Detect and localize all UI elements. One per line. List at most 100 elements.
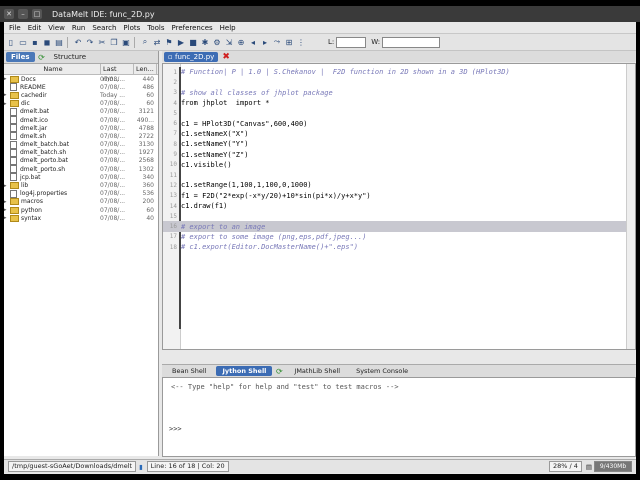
tab-files[interactable]: Files bbox=[6, 52, 35, 62]
menu-tools[interactable]: Tools bbox=[147, 24, 164, 32]
file-row[interactable]: dmelt_batch.sh 07/08/... 1927 bbox=[4, 148, 158, 157]
find-icon[interactable]: ⌕ bbox=[140, 37, 150, 47]
back-icon[interactable]: ◂ bbox=[248, 37, 258, 47]
tab-system-console[interactable]: System Console bbox=[350, 366, 414, 376]
menu-preferences[interactable]: Preferences bbox=[172, 24, 213, 32]
tab-jython-shell[interactable]: Jython Shell bbox=[216, 366, 273, 376]
undo-icon[interactable]: ↶ bbox=[73, 37, 83, 47]
close-tab-icon[interactable]: ✖ bbox=[222, 52, 230, 62]
file-row[interactable]: dmelt.jar 07/08/... 4788 bbox=[4, 124, 158, 133]
grid-icon[interactable]: ⊞ bbox=[284, 37, 294, 47]
shell-console[interactable]: <-- Type "help" for help and "test" to t… bbox=[162, 377, 636, 457]
replace-icon[interactable]: ⇄ bbox=[152, 37, 162, 47]
code-line[interactable]: 12 c1.setRange(1,100,1,100,0,1000) bbox=[163, 180, 633, 190]
expand-icon[interactable]: ▸ bbox=[4, 215, 9, 221]
memory-bar[interactable]: 9/430Mb bbox=[594, 461, 632, 472]
menu-run[interactable]: Run bbox=[72, 24, 85, 32]
file-row[interactable]: ▸ macros 07/08/... 200 bbox=[4, 198, 158, 206]
expand-icon[interactable]: ▸ bbox=[4, 92, 9, 98]
file-row[interactable]: jcp.bat 07/08/... 340 bbox=[4, 173, 158, 182]
file-row[interactable]: dmelt_porto.sh 07/08/... 1302 bbox=[4, 165, 158, 174]
code-line[interactable]: 17 # export to some image (png,eps,pdf,jp… bbox=[163, 232, 633, 242]
close-window-icon[interactable]: ✕ bbox=[4, 9, 14, 19]
tab-jmathlib-shell[interactable]: JMathLib Shell bbox=[288, 366, 346, 376]
file-row[interactable]: dmelt_porto.bat 07/08/... 2568 bbox=[4, 156, 158, 165]
column-date[interactable]: Last mo... bbox=[101, 64, 134, 83]
code-editor[interactable]: 1 # Function| P | 1.0 | S.Chekanov | F2D … bbox=[162, 63, 636, 350]
menu-edit[interactable]: Edit bbox=[28, 24, 42, 32]
file-row[interactable]: dmelt.bat 07/08/... 3121 bbox=[4, 107, 158, 116]
tab-func-2d[interactable]: ▫ func_2D.py bbox=[164, 51, 219, 62]
code-line[interactable]: 8 c1.setNameY("Y") bbox=[163, 139, 633, 149]
code-line[interactable]: 11 bbox=[163, 170, 633, 180]
editor-scrollbar[interactable] bbox=[626, 64, 635, 349]
fold-icon[interactable]: ⇲ bbox=[224, 37, 234, 47]
jump-icon[interactable]: ⤳ bbox=[272, 37, 282, 47]
menu-plots[interactable]: Plots bbox=[123, 24, 140, 32]
forward-icon[interactable]: ▸ bbox=[260, 37, 270, 47]
code-line[interactable]: 18 # c1.export(Editor.DocMasterName()+".e… bbox=[163, 242, 633, 252]
save-icon[interactable]: ▪ bbox=[30, 37, 40, 47]
menu-view[interactable]: View bbox=[48, 24, 65, 32]
code-line[interactable]: 1 # Function| P | 1.0 | S.Chekanov | F2D … bbox=[163, 67, 633, 77]
code-line[interactable]: 15 bbox=[163, 211, 633, 221]
expand-icon[interactable]: ▸ bbox=[4, 207, 9, 213]
zoom-icon[interactable]: ⊕ bbox=[236, 37, 246, 47]
tab-bean-shell[interactable]: Bean Shell bbox=[166, 366, 212, 376]
settings-icon[interactable]: ⚙ bbox=[212, 37, 222, 47]
minimize-window-icon[interactable]: – bbox=[18, 9, 28, 19]
print-icon[interactable]: ▤ bbox=[54, 37, 64, 47]
file-row[interactable]: dmelt.sh 07/08/... 2722 bbox=[4, 132, 158, 141]
open-folder-icon[interactable]: ▭ bbox=[18, 37, 28, 47]
more-icon[interactable]: ⋮ bbox=[296, 37, 306, 47]
expand-icon[interactable]: ▸ bbox=[4, 76, 9, 82]
maximize-window-icon[interactable]: □ bbox=[32, 9, 42, 19]
stop-icon[interactable]: ■ bbox=[188, 37, 198, 47]
menu-help[interactable]: Help bbox=[220, 24, 236, 32]
expand-icon[interactable]: ▸ bbox=[4, 101, 9, 107]
file-row[interactable]: ▸ Docs 07/08/... 440 bbox=[4, 75, 158, 83]
redo-icon[interactable]: ↷ bbox=[85, 37, 95, 47]
code-line[interactable]: 16 # export to an image bbox=[163, 221, 633, 232]
line-input[interactable] bbox=[336, 36, 367, 48]
code-line[interactable]: 6 c1 = HPlot3D("Canvas",600,400) bbox=[163, 118, 633, 128]
file-row[interactable]: dmelt_batch.bat 07/08/... 3130 bbox=[4, 140, 158, 149]
code-line[interactable]: 7 c1.setNameX("X") bbox=[163, 129, 633, 139]
cut-icon[interactable]: ✂ bbox=[97, 37, 107, 47]
code-line[interactable]: 5 bbox=[163, 108, 633, 118]
code-line[interactable]: 9 c1.setNameY("Z") bbox=[163, 149, 633, 159]
code-line[interactable]: 10 c1.visible() bbox=[163, 160, 633, 170]
file-row[interactable]: ▸ python 07/08/... 60 bbox=[4, 206, 158, 214]
menu-file[interactable]: File bbox=[9, 24, 21, 32]
bookmark-icon[interactable]: ⚑ bbox=[164, 37, 174, 47]
width-input[interactable] bbox=[382, 36, 441, 48]
code-line[interactable]: 4 from jhplot import * bbox=[163, 98, 633, 108]
code-line[interactable]: 2 bbox=[163, 77, 633, 87]
file-row[interactable]: log4j.properties 07/08/... 536 bbox=[4, 189, 158, 198]
code-line[interactable]: 13 f1 = F2D("2*exp(-x*y/20)+10*sin(pi*x)/… bbox=[163, 191, 633, 201]
column-length[interactable]: Len... bbox=[134, 64, 157, 74]
refresh-shell-icon[interactable]: ⟳ bbox=[274, 366, 284, 376]
save-all-icon[interactable]: ◼ bbox=[42, 37, 52, 47]
refresh-icon[interactable]: ⟳ bbox=[37, 52, 47, 62]
gc-icon[interactable]: ▤ bbox=[586, 463, 592, 471]
file-row[interactable]: README 07/08/... 486 bbox=[4, 83, 158, 92]
file-row[interactable]: ▸ lib 07/08/... 360 bbox=[4, 181, 158, 190]
menu-search[interactable]: Search bbox=[92, 24, 116, 32]
debug-icon[interactable]: ✱ bbox=[200, 37, 210, 47]
file-row[interactable]: ▸ syntax 07/08/... 40 bbox=[4, 214, 158, 222]
code-line[interactable]: 3 # show all classes of jhplot package bbox=[163, 88, 633, 98]
copy-icon[interactable]: ❐ bbox=[109, 37, 119, 47]
code-line[interactable]: 14 c1.draw(f1) bbox=[163, 201, 633, 211]
file-row[interactable]: dmelt.ico 07/08/... 490... bbox=[4, 116, 158, 125]
file-date: Today ... bbox=[100, 91, 125, 99]
new-file-icon[interactable]: ▯ bbox=[6, 37, 16, 47]
column-name[interactable]: Name bbox=[4, 64, 101, 74]
file-row[interactable]: ▸ cachedir Today ... 60 bbox=[4, 91, 158, 99]
tab-structure[interactable]: Structure bbox=[49, 52, 92, 62]
expand-icon[interactable]: ▸ bbox=[4, 199, 9, 205]
run-icon[interactable]: ▶ bbox=[176, 37, 186, 47]
file-row[interactable]: ▸ dic 07/08/... 60 bbox=[4, 100, 158, 108]
paste-icon[interactable]: ▣ bbox=[121, 37, 131, 47]
expand-icon[interactable]: ▸ bbox=[4, 183, 9, 189]
